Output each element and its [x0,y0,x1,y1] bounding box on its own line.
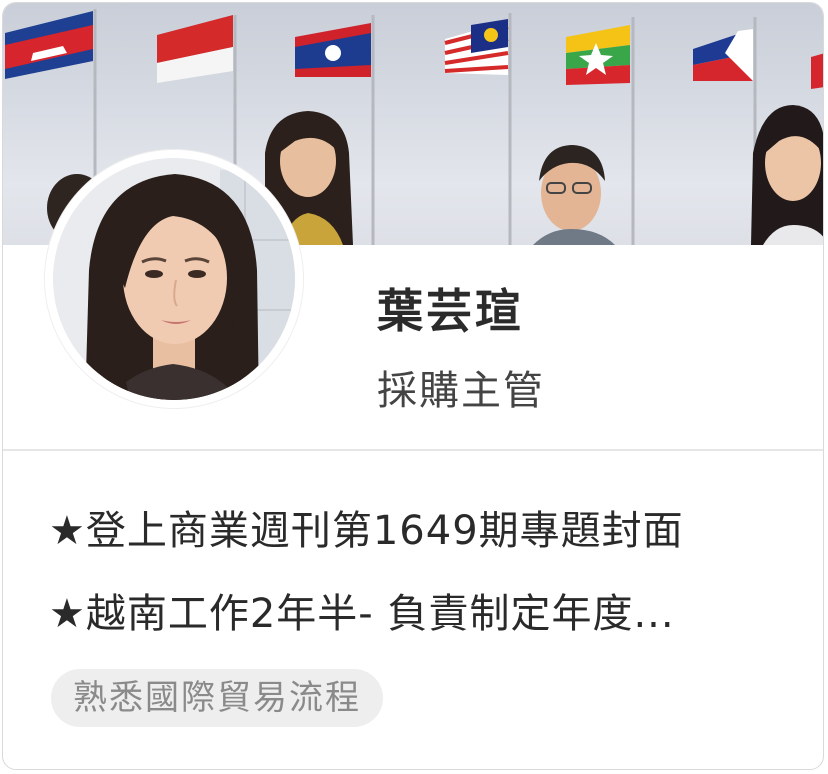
laos-flag [295,23,371,77]
malaysia-flag [444,19,509,75]
myanmar-flag [566,25,630,85]
profile-job-title: 採購主管 [377,368,545,414]
highlight-item: ★越南工作2年半- 負責制定年度... [49,591,675,637]
cambodia-flag [5,11,93,79]
person-woman-2 [751,105,823,245]
philippines-flag [693,29,753,81]
skill-tag[interactable]: 熟悉國際貿易流程 [51,669,383,727]
highlight-item: ★登上商業週刊第1649期專題封面 [49,508,684,554]
profile-card[interactable]: 葉芸瑄 採購主管 ★登上商業週刊第1649期專題封面 ★越南工作2年半- 負責制… [2,2,824,770]
indonesia-flag [157,15,233,83]
profile-name: 葉芸瑄 [377,284,524,338]
avatar [45,150,303,408]
person-man [533,145,615,245]
divider [3,449,823,451]
